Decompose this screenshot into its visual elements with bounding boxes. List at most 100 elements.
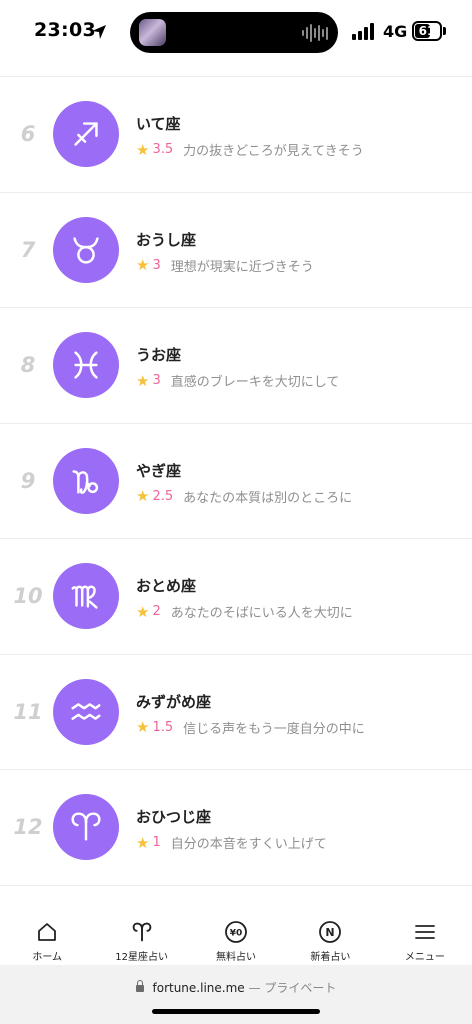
rank-number: 8 bbox=[20, 353, 36, 378]
taurus-icon bbox=[73, 236, 99, 264]
rating-line: ★ 2.5 あなたの本質は別のところに bbox=[136, 487, 352, 506]
zodiac-name: やぎ座 bbox=[136, 461, 182, 480]
now-playing-artwork bbox=[139, 19, 166, 46]
horoscope-ranking-list: 6 いて座 ★ 3.5 力の抜きどころが見えてきそう 7 おうし座 ★ 3 理想… bbox=[0, 76, 472, 886]
fortune-message: あなたの本質は別のところに bbox=[183, 490, 353, 506]
status-bar: 23:03 4G 61 bbox=[0, 0, 472, 64]
rating-line: ★ 3 直感のブレーキを大切にして bbox=[136, 371, 340, 391]
rank-number: 12 bbox=[13, 815, 43, 840]
ranking-row-7[interactable]: 7 おうし座 ★ 3 理想が現実に近づきそう bbox=[0, 193, 472, 308]
dynamic-island[interactable] bbox=[130, 12, 338, 53]
private-mode-label: プライベート bbox=[264, 981, 337, 995]
tab-menu[interactable]: メニュー bbox=[378, 903, 472, 965]
ranking-row-10[interactable]: 10 おとめ座 ★ 2 あなたのそばにいる人を大切に bbox=[0, 539, 472, 655]
zodiac-icon-circle bbox=[53, 563, 119, 629]
zodiac-name: おとめ座 bbox=[136, 577, 197, 595]
audio-waveform-icon bbox=[302, 23, 328, 43]
fortune-message: 自分の本音をすくい上げて bbox=[170, 837, 327, 852]
tab-yen-coin[interactable]: ¥0 無料占い bbox=[189, 903, 283, 965]
tab-label: 新着占い bbox=[310, 952, 351, 963]
rank-number: 11 bbox=[13, 699, 43, 724]
rating-score: 3 bbox=[152, 373, 161, 388]
star-icon: ★ bbox=[136, 718, 150, 736]
home-icon bbox=[35, 918, 59, 946]
network-type: 4G bbox=[383, 22, 408, 41]
rating-score: 3.5 bbox=[152, 142, 174, 157]
rating-score: 1.5 bbox=[152, 719, 174, 735]
ranking-row-11[interactable]: 11 みずがめ座 ★ 1.5 信じる声をもう一度自分の中に bbox=[0, 655, 472, 770]
zodiac-name: みずがめ座 bbox=[136, 692, 212, 711]
zodiac-name: いて座 bbox=[136, 115, 181, 133]
menu-icon bbox=[413, 918, 437, 946]
tab-label: 無料占い bbox=[216, 952, 257, 963]
star-icon: ★ bbox=[136, 833, 150, 852]
home-indicator[interactable] bbox=[152, 1009, 320, 1014]
battery-percent: 61 bbox=[418, 24, 436, 38]
star-icon: ★ bbox=[136, 256, 150, 274]
aries-icon bbox=[130, 918, 154, 946]
tab-aries[interactable]: 12星座占い bbox=[94, 903, 188, 965]
url-separator: — プライベート bbox=[248, 981, 337, 995]
capricorn-icon bbox=[72, 469, 99, 494]
zodiac-name: うお座 bbox=[136, 346, 182, 364]
tab-label: ホーム bbox=[32, 952, 63, 963]
rating-line: ★ 2 あなたのそばにいる人を大切に bbox=[136, 602, 353, 622]
tab-icon-glyph: N bbox=[326, 926, 335, 939]
fortune-message: あなたのそばにいる人を大切に bbox=[170, 606, 353, 621]
rating-line: ★ 3.5 力の抜きどころが見えてきそう bbox=[136, 140, 364, 160]
yen-coin-icon: ¥0 bbox=[224, 918, 248, 946]
rating-line: ★ 3 理想が現実に近づきそう bbox=[136, 256, 314, 275]
tab-label: 12星座占い bbox=[115, 952, 168, 963]
sagittarius-icon bbox=[74, 122, 98, 146]
battery-cap bbox=[443, 27, 446, 35]
status-time: 23:03 bbox=[34, 19, 96, 41]
rating-line: ★ 1 自分の本音をすくい上げて bbox=[136, 833, 327, 853]
tab-home[interactable]: ホーム bbox=[0, 903, 94, 965]
tab-icon-glyph: ¥0 bbox=[230, 929, 243, 939]
rank-number: 9 bbox=[20, 468, 36, 493]
rank-number: 10 bbox=[13, 584, 43, 609]
rating-score: 2.5 bbox=[152, 488, 174, 504]
star-icon: ★ bbox=[136, 371, 150, 390]
tab-label: メニュー bbox=[404, 952, 445, 963]
virgo-icon bbox=[71, 585, 98, 609]
star-icon: ★ bbox=[136, 602, 150, 621]
zodiac-icon-circle bbox=[53, 678, 119, 745]
zodiac-icon-circle bbox=[53, 216, 119, 283]
location-arrow-icon bbox=[92, 25, 106, 39]
star-icon: ★ bbox=[136, 140, 150, 159]
rating-score: 3 bbox=[152, 257, 161, 273]
rating-line: ★ 1.5 信じる声をもう一度自分の中に bbox=[136, 718, 365, 737]
fortune-message: 直感のブレーキを大切にして bbox=[170, 375, 340, 390]
ranking-row-12[interactable]: 12 おひつじ座 ★ 1 自分の本音をすくい上げて bbox=[0, 770, 472, 886]
star-icon: ★ bbox=[136, 487, 150, 505]
fortune-message: 信じる声をもう一度自分の中に bbox=[183, 721, 365, 737]
cellular-signal-icon bbox=[352, 23, 376, 40]
rank-number: 6 bbox=[20, 122, 36, 147]
ranking-row-6[interactable]: 6 いて座 ★ 3.5 力の抜きどころが見えてきそう bbox=[0, 77, 472, 193]
aquarius-icon bbox=[71, 702, 101, 720]
tab-new-badge[interactable]: N 新着占い bbox=[283, 903, 377, 965]
battery-icon: 61 bbox=[412, 21, 442, 41]
rating-score: 1 bbox=[152, 835, 161, 850]
zodiac-name: おひつじ座 bbox=[136, 808, 212, 826]
new-badge-icon: N bbox=[318, 918, 342, 946]
zodiac-icon-circle bbox=[53, 101, 119, 167]
ranking-row-9[interactable]: 9 やぎ座 ★ 2.5 あなたの本質は別のところに bbox=[0, 424, 472, 539]
zodiac-icon-circle bbox=[53, 332, 119, 398]
zodiac-icon-circle bbox=[53, 794, 119, 860]
ranking-row-8[interactable]: 8 うお座 ★ 3 直感のブレーキを大切にして bbox=[0, 308, 472, 424]
browser-url-bar[interactable]: fortune.line.me — プライベート bbox=[0, 965, 472, 1024]
fortune-message: 力の抜きどころが見えてきそう bbox=[183, 144, 364, 159]
url-domain: fortune.line.me bbox=[152, 981, 245, 995]
rank-number: 7 bbox=[20, 237, 36, 262]
pisces-icon bbox=[74, 351, 98, 379]
zodiac-icon-circle bbox=[53, 447, 119, 514]
zodiac-name: おうし座 bbox=[136, 230, 197, 249]
fortune-message: 理想が現実に近づきそう bbox=[170, 259, 314, 275]
bottom-tab-bar: ホーム 12星座占い ¥0 無料占い N 新着占い メニュー bbox=[0, 903, 472, 965]
aries-icon bbox=[71, 812, 101, 841]
url-line[interactable]: fortune.line.me — プライベート bbox=[0, 979, 472, 996]
rating-score: 2 bbox=[152, 604, 161, 619]
lock-icon bbox=[135, 980, 144, 992]
